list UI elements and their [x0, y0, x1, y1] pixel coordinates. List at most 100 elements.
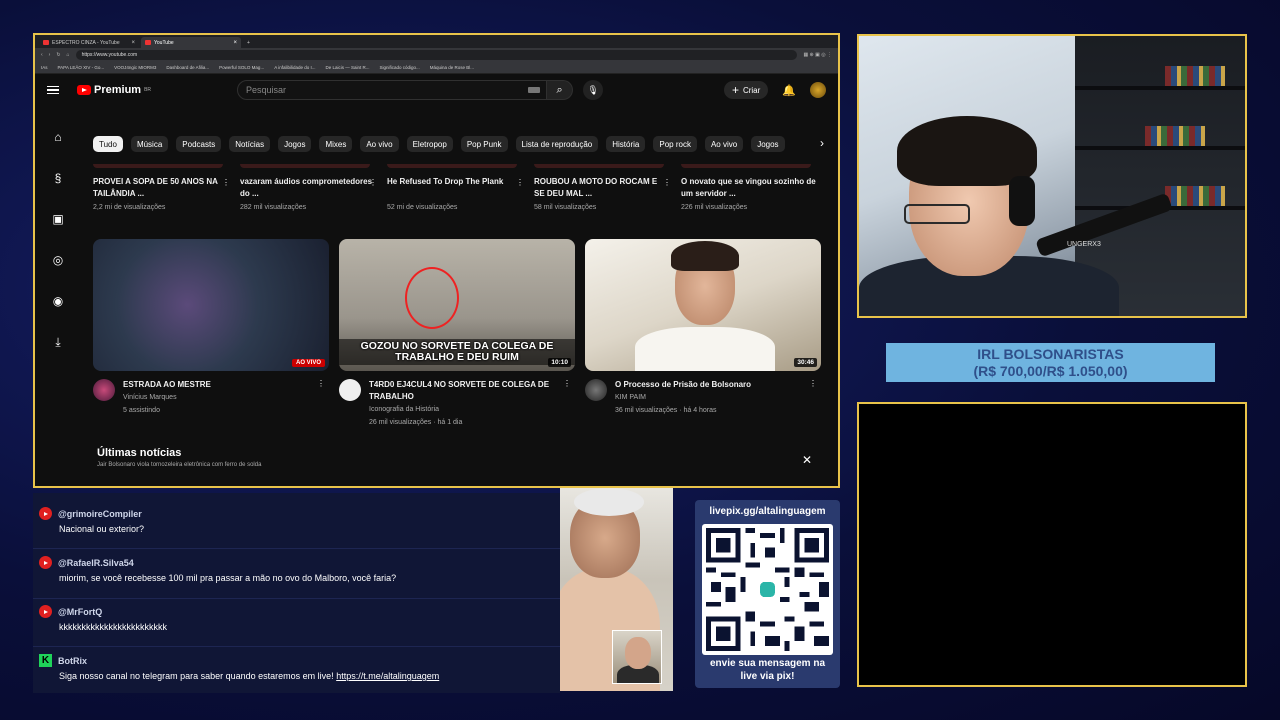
close-tab-icon[interactable]: ×	[131, 40, 135, 46]
menu-icon[interactable]	[47, 85, 59, 95]
video-meta: 2,2 mi de visualizações	[93, 204, 166, 211]
thumbnail[interactable]	[240, 164, 370, 168]
thumbnail[interactable]: AO VIVO	[93, 239, 329, 371]
you-icon[interactable]: ◉	[53, 294, 63, 308]
video-card[interactable]: ROUBOU A MOTO DO ROCAM E SE DEU MAL ... 5…	[534, 164, 681, 214]
avatar[interactable]	[810, 82, 826, 98]
chip[interactable]: Música	[130, 136, 169, 152]
video-card[interactable]: O novato que se vingou sozinho de um ser…	[681, 164, 828, 214]
tab-youtube[interactable]: YouTube ×	[141, 37, 241, 48]
chip[interactable]: Podcasts	[176, 136, 222, 152]
chip[interactable]: Jogos	[751, 136, 785, 152]
close-tab-icon[interactable]: ×	[233, 40, 237, 46]
chip[interactable]: Pop Punk	[460, 136, 508, 152]
video-title[interactable]: vazaram áudios comprometedores do ...	[240, 176, 375, 200]
video-card[interactable]: PROVEI A SOPA DE 50 ANOS NA TAILÂNDIA ..…	[93, 164, 240, 214]
reload-icon[interactable]: ↻	[56, 52, 60, 58]
more-icon[interactable]: ⋮	[663, 178, 671, 187]
close-icon[interactable]: ✕	[802, 453, 812, 467]
chip[interactable]: Tudo	[93, 136, 123, 152]
video-title[interactable]: T4RD0 EJ4CUL4 NO SORVETE DE COLEGA DE TR…	[369, 379, 575, 403]
chip[interactable]: Ao vivo	[360, 136, 399, 152]
video-title[interactable]: ROUBOU A MOTO DO ROCAM E SE DEU MAL ...	[534, 176, 669, 200]
tab-espectro[interactable]: ESPECTRO CINZA - YouTube ×	[39, 37, 139, 48]
search-placeholder: Pesquisar	[246, 85, 287, 95]
thumbnail[interactable]: 30:46	[585, 239, 821, 371]
more-icon[interactable]: ⋮	[516, 178, 524, 187]
chip[interactable]: Mixes	[319, 136, 353, 152]
downloads-icon[interactable]: ⤓	[55, 335, 60, 350]
webcam-feed: UNGERX3	[857, 34, 1247, 318]
channel-avatar[interactable]	[93, 379, 115, 401]
thumbnail[interactable]	[387, 164, 517, 168]
bookmark-item[interactable]: Máquina de Rose Bl...	[430, 65, 474, 70]
forward-icon[interactable]: ›	[49, 52, 51, 58]
news-title: Últimas notícias	[97, 447, 182, 459]
duration-badge: 10:10	[548, 358, 571, 367]
more-icon[interactable]: ⋮	[317, 379, 325, 388]
channel-name[interactable]: Iconografia da História	[369, 403, 575, 416]
bookmark-item[interactable]: A infalibilidade do I...	[274, 65, 315, 70]
thumbnail-caption: GOZOU NO SORVETE DA COLEGA DE TRABALHO E…	[339, 339, 575, 365]
channel-name[interactable]: Vinícius Marques	[123, 391, 211, 404]
video-title[interactable]: O novato que se vingou sozinho de um ser…	[681, 176, 816, 200]
video-card[interactable]: AO VIVO ESTRADA AO MESTRE Vinícius Marqu…	[93, 239, 329, 429]
thumbnail[interactable]	[534, 164, 664, 168]
thumbnail[interactable]	[93, 164, 223, 168]
bookmark-item[interactable]: IAs	[41, 65, 48, 70]
video-meta: 226 mil visualizações	[681, 204, 748, 211]
chip[interactable]: Notícias	[229, 136, 271, 152]
channel-name[interactable]: KIM PAIM	[615, 391, 751, 404]
video-card[interactable]: He Refused To Drop The Plank 52 mi de vis…	[387, 164, 534, 214]
more-icon[interactable]: ⋮	[563, 379, 571, 388]
bookmark-item[interactable]: VOOJ4ngic MIORM3	[114, 65, 156, 70]
bookmark-item[interactable]: Powerful SOLO Mag...	[219, 65, 264, 70]
video-card[interactable]: vazaram áudios comprometedores do ... 282…	[240, 164, 387, 214]
thumbnail[interactable]	[681, 164, 811, 168]
video-card[interactable]: GOZOU NO SORVETE DA COLEGA DE TRABALHO E…	[339, 239, 575, 429]
news-subtitle[interactable]: Jair Bolsonaro viola tornozeleira eletrô…	[97, 462, 261, 468]
explore-icon[interactable]: ◎	[53, 253, 63, 267]
thumbnail[interactable]: GOZOU NO SORVETE DA COLEGA DE TRABALHO E…	[339, 239, 575, 371]
bookmark-item[interactable]: Significado código...	[380, 65, 420, 70]
youtube-icon	[39, 605, 52, 618]
extensions-icon[interactable]: ▦ ⊕ ▣ ◎ ⋮	[803, 52, 832, 58]
bookmark-item[interactable]: Dashboard de Afilia...	[166, 65, 209, 70]
subscriptions-icon[interactable]: ▣	[52, 212, 63, 226]
chip[interactable]: Eletropop	[406, 136, 453, 152]
home-icon[interactable]: ⌂	[54, 130, 61, 144]
shorts-icon[interactable]: §	[55, 171, 62, 185]
chip[interactable]: Lista de reprodução	[515, 136, 599, 152]
url-field[interactable]: https://www.youtube.com	[75, 50, 798, 60]
video-card[interactable]: 30:46 O Processo de Prisão de Bolsonaro …	[585, 239, 821, 429]
chip[interactable]: História	[606, 136, 646, 152]
channel-avatar[interactable]	[585, 379, 607, 401]
telegram-link[interactable]: https://t.me/altalinguagem	[336, 671, 439, 681]
search-input[interactable]: Pesquisar	[237, 80, 548, 100]
video-title[interactable]: O Processo de Prisão de Bolsonaro	[615, 379, 751, 391]
video-title[interactable]: ESTRADA AO MESTRE	[123, 379, 211, 391]
bell-icon[interactable]: 🔔	[782, 84, 796, 97]
more-icon[interactable]: ⋮	[369, 178, 377, 187]
youtube-logo[interactable]: Premium BR	[77, 84, 151, 96]
more-icon[interactable]: ⋮	[809, 379, 817, 388]
voice-search-button[interactable]: 🎙	[583, 80, 604, 100]
keyboard-icon[interactable]	[528, 87, 541, 93]
channel-avatar[interactable]	[339, 379, 361, 401]
video-title[interactable]: He Refused To Drop The Plank	[387, 176, 522, 200]
bookmark-item[interactable]: PAPA LEÃO XIV - Go...	[58, 65, 105, 70]
new-tab-button[interactable]: +	[243, 37, 257, 48]
person-hair	[574, 488, 644, 516]
more-icon[interactable]: ⋮	[222, 178, 230, 187]
chip[interactable]: Jogos	[278, 136, 312, 152]
home-icon[interactable]: ⌂	[67, 52, 70, 58]
search-button[interactable]: ⌕	[547, 80, 574, 100]
chat-text: Nacional ou exterior?	[59, 524, 145, 534]
chip[interactable]: Pop rock	[653, 136, 697, 152]
back-icon[interactable]: ‹	[41, 52, 43, 58]
chevron-right-icon[interactable]: ›	[820, 136, 824, 150]
chip[interactable]: Ao vivo	[704, 136, 744, 152]
video-title[interactable]: PROVEI A SOPA DE 50 ANOS NA TAILÂNDIA ..…	[93, 176, 228, 200]
bookmark-item[interactable]: De Laicis — Saint R...	[325, 65, 369, 70]
create-button[interactable]: + Criar	[723, 81, 769, 99]
